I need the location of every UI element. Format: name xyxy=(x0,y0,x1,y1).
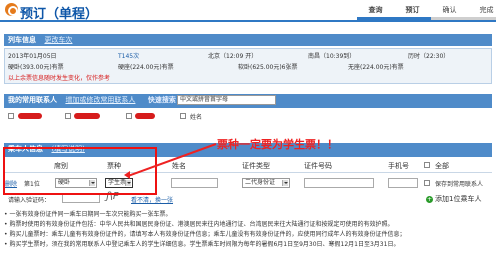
contact-search-input[interactable]: 中文或拼音首字母 xyxy=(177,95,276,105)
progress-steps: 查询 预订 确认 完成 xyxy=(357,4,496,20)
col-id-number: 证件号码 xyxy=(304,162,332,170)
contact-checkbox[interactable] xyxy=(8,113,14,119)
col-name: 姓名 xyxy=(172,162,186,170)
add-passenger-button[interactable]: + 添加1位乘车人 xyxy=(426,194,481,204)
change-train-link[interactable]: 更改车次 xyxy=(44,36,72,44)
plus-icon: + xyxy=(426,196,433,203)
col-phone: 手机号 xyxy=(388,162,409,170)
contacts-header: 我的常用联系人 增加或修改常用联系人 快速搜索 中文或拼音首字母 xyxy=(4,94,492,108)
contact-checkbox[interactable] xyxy=(126,113,132,119)
departure: 北京（12:09 开） xyxy=(208,53,258,60)
note-item: • 购买儿童票时：乘车儿童有有效身份证件的，请填写本人有效身份证件信息；乘车儿童… xyxy=(4,231,406,238)
step-book: 预订 xyxy=(394,4,431,20)
train-info-header: 列车信息 更改车次 xyxy=(4,34,492,46)
note-item: • 购买学生票时，须在我的常用联系人中登记乘车人的学生详细信息。学生票乘车时间限… xyxy=(4,241,400,248)
step-complete: 完成 xyxy=(468,4,496,20)
select-all-label: 全部 xyxy=(435,162,449,170)
arrival: 南昌（10:39到） xyxy=(308,53,356,60)
header-bar: 预订（单程） 查询 预订 确认 完成 xyxy=(0,0,496,22)
save-contact-label: 保存到常用联系人 xyxy=(435,181,484,188)
section-title: 列车信息 xyxy=(8,36,36,44)
notes-list: • 一张有效身份证件同一乘车日期同一车次只能购买一张车票。 • 购票时使用的有效… xyxy=(4,210,492,250)
redacted-name xyxy=(74,113,100,119)
annotation-text: 票种一定要为学生票！！ xyxy=(217,138,338,151)
contact-checkbox[interactable] xyxy=(65,113,71,119)
name-input[interactable] xyxy=(171,178,218,188)
save-contact-checkbox[interactable] xyxy=(424,180,430,186)
seat-availability: 硬卧(393.00元)有票 xyxy=(8,64,64,71)
seat-availability: 软卧(625.00元)6张票 xyxy=(238,64,298,71)
train-number: T145次 xyxy=(118,53,140,60)
id-type-select[interactable]: 二代身份证 xyxy=(242,178,290,188)
railway-logo-icon xyxy=(5,3,18,16)
highlight-box xyxy=(3,147,157,195)
select-all-checkbox[interactable] xyxy=(424,162,430,168)
id-number-input[interactable] xyxy=(304,178,374,188)
contacts-list: 姓名 xyxy=(4,108,492,124)
chevron-down-icon xyxy=(282,180,288,186)
contact-name: 姓名 xyxy=(190,114,203,121)
step-query: 查询 xyxy=(357,4,394,20)
travel-date: 2013年01月05日 xyxy=(8,53,57,60)
note-item: • 购票时使用的有效身份证件包括：中华人民共和国居民身份证、港澳居民来往内地通行… xyxy=(4,221,394,228)
seat-availability: 硬座(224.00元)有票 xyxy=(118,64,174,71)
train-info-panel: 2013年01月05日 T145次 北京（12:09 开） 南昌（10:39到）… xyxy=(4,48,492,84)
redacted-name xyxy=(18,113,42,119)
redacted-name xyxy=(135,113,155,119)
seat-availability: 无座(224.00元)有票 xyxy=(348,64,404,71)
col-id-type: 证件类型 xyxy=(242,162,270,170)
section-title: 我的常用联系人 xyxy=(8,96,57,104)
refresh-captcha-link[interactable]: 看不清，换一张 xyxy=(131,195,173,204)
quick-search-label: 快速搜索 xyxy=(147,96,176,104)
arrowhead-icon xyxy=(120,171,130,179)
phone-input[interactable] xyxy=(388,178,418,188)
step-confirm: 确认 xyxy=(431,4,468,20)
contact-checkbox[interactable] xyxy=(180,113,186,119)
verify-label: 请输入验证码： xyxy=(8,197,51,204)
page-title: 预订（单程） xyxy=(20,7,99,22)
availability-notice: 以上余票信息随时发生变化，仅作参考 xyxy=(8,75,111,82)
manage-contacts-link[interactable]: 增加或修改常用联系人 xyxy=(65,96,135,104)
note-item: • 一张有效身份证件同一乘车日期同一车次只能购买一张车票。 xyxy=(4,211,172,218)
duration: 历时（22:30） xyxy=(408,53,450,60)
